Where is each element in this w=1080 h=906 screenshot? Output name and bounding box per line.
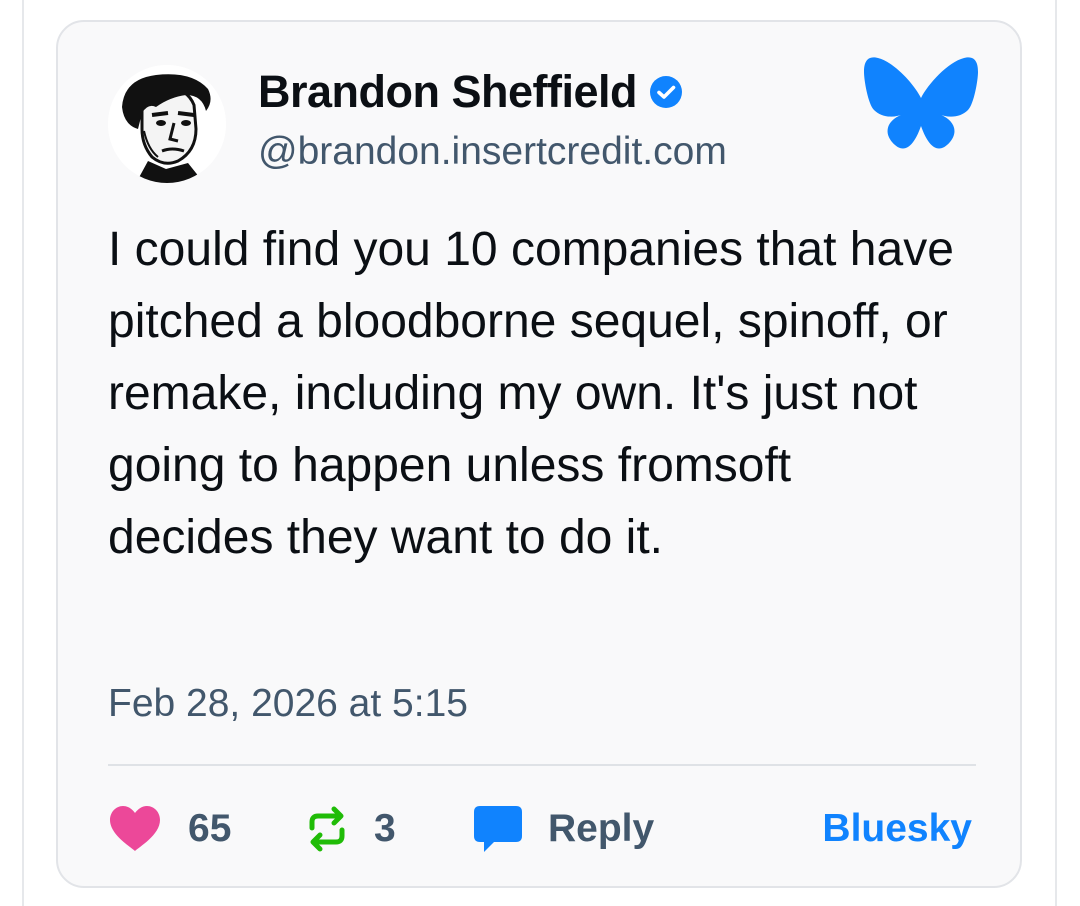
like-count: 65	[188, 807, 232, 850]
repost-button[interactable]: 3	[304, 802, 396, 856]
repost-count: 3	[374, 807, 396, 850]
heart-icon	[110, 806, 160, 851]
author-handle[interactable]: @brandon.insertcredit.com	[258, 130, 727, 174]
post-text: I could find you 10 companies that have …	[108, 223, 954, 564]
post-embed-card[interactable]: Brandon Sheffield @brandon.insertcredit.…	[56, 20, 1022, 888]
frame-left-border	[22, 0, 24, 906]
repost-icon	[309, 806, 345, 852]
divider	[108, 764, 976, 766]
speech-bubble-icon	[474, 806, 522, 852]
view-on-bluesky-link[interactable]: Bluesky	[822, 802, 972, 856]
avatar[interactable]	[108, 65, 226, 183]
author-display-name[interactable]: Brandon Sheffield	[258, 66, 638, 118]
verified-badge-icon	[650, 76, 683, 108]
like-button[interactable]: 65	[108, 802, 231, 856]
reply-label: Reply	[548, 807, 655, 850]
avatar-portrait-image	[108, 65, 226, 183]
reply-button[interactable]: Reply	[472, 802, 654, 856]
bluesky-butterfly-icon[interactable]	[864, 56, 978, 156]
post-timestamp[interactable]: Feb 28, 2026 at 5:15	[108, 682, 468, 726]
author-name[interactable]: Brandon Sheffield	[258, 66, 683, 118]
frame-right-border	[1055, 0, 1057, 906]
